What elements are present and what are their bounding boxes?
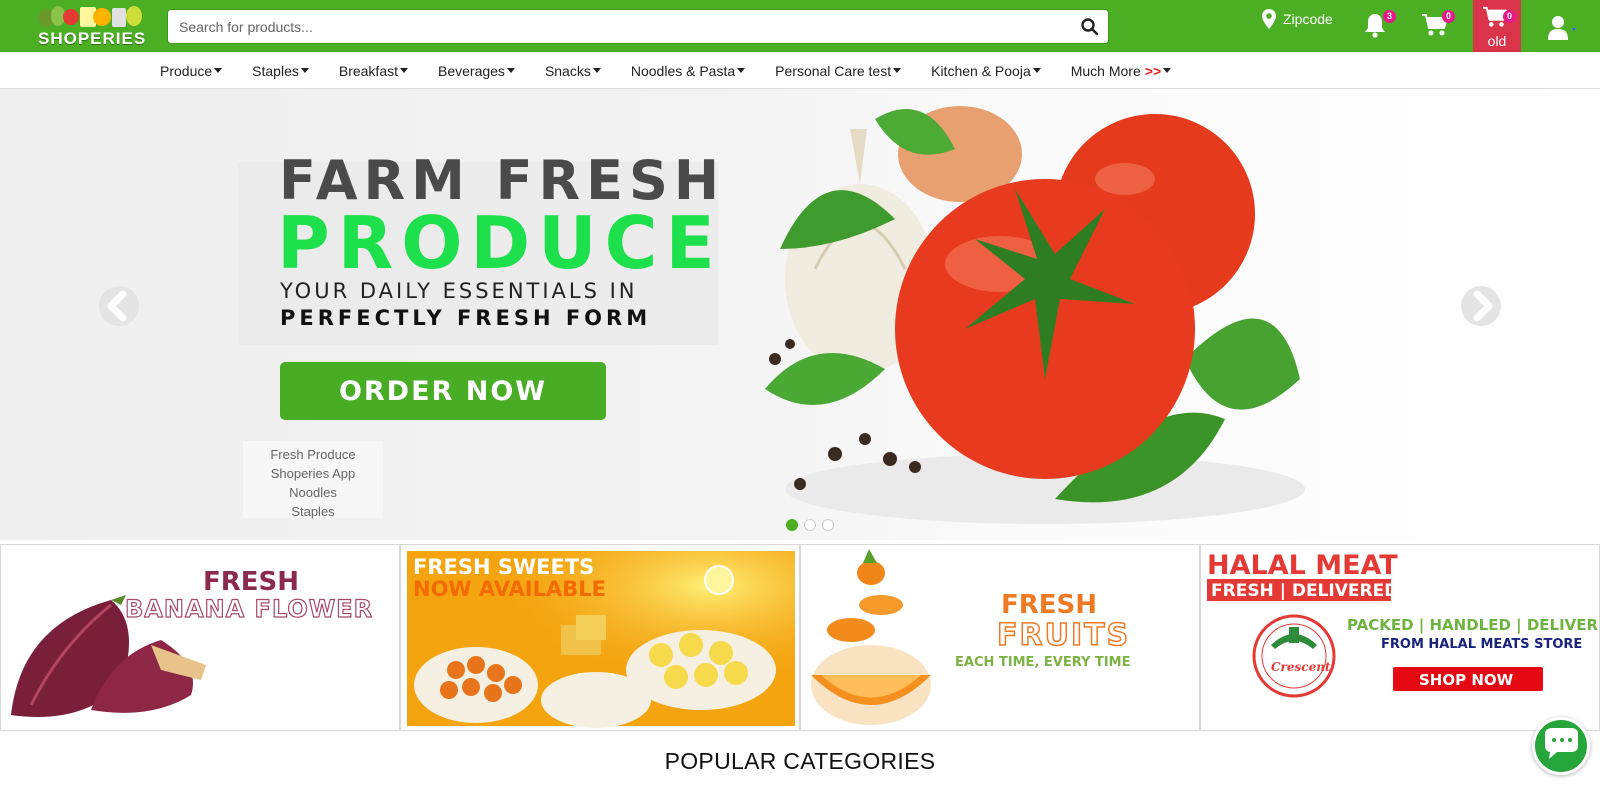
fruits-banner-tagline: EACH TIME, EVERY TIME — [955, 655, 1131, 670]
halal-banner-store: FROM HALAL MEATS STORE — [1381, 637, 1583, 652]
hero-carousel: FARM FRESH PRODUCE YOUR DAILY ESSENTIALS… — [0, 89, 1600, 540]
notification-count-badge: 3 — [1383, 10, 1396, 23]
map-pin-icon — [1262, 9, 1276, 29]
hero-headline-main: PRODUCE — [277, 201, 723, 285]
nav-item-produce[interactable]: Produce — [160, 63, 223, 79]
hero-link-noodles[interactable]: Noodles — [243, 483, 383, 502]
banana-banner-subtitle: BANANA FLOWER — [124, 594, 374, 623]
cart-button[interactable]: 0 — [1421, 10, 1455, 40]
nav-item-kitchen-pooja[interactable]: Kitchen & Pooja — [931, 63, 1041, 79]
banana-flower-image — [11, 595, 206, 717]
halal-banner-title: HALAL MEAT — [1207, 550, 1398, 581]
category-nav: Produce Staples Breakfast Beverages Snac… — [0, 52, 1600, 89]
nav-item-snacks[interactable]: Snacks — [545, 63, 601, 79]
hero-link-staples[interactable]: Staples — [243, 502, 383, 521]
order-now-button[interactable]: ORDER NOW — [280, 362, 606, 420]
sweets-banner-subtitle: NOW AVAILABLE — [413, 577, 606, 601]
crescent-logo-text: Crescent — [1271, 660, 1331, 674]
caret-down-icon — [1163, 68, 1172, 73]
fruits-banner-title: FRESH — [1001, 590, 1098, 620]
carousel-dot-1[interactable] — [786, 519, 798, 531]
caret-down-icon — [300, 68, 309, 73]
caret-down-icon — [1032, 68, 1041, 73]
nav-item-beverages[interactable]: Beverages — [438, 63, 515, 79]
logo-vegetables-icon — [38, 6, 142, 27]
banana-flower-banner[interactable]: FRESH BANANA FLOWER — [0, 544, 400, 731]
hero-subtitle-bold: PERFECTLY FRESH FORM — [280, 306, 652, 330]
sweets-banner-title: FRESH SWEETS — [413, 555, 595, 579]
hero-link-shoperies-app[interactable]: Shoperies App — [243, 464, 383, 483]
old-cart-button[interactable]: 0 old — [1473, 0, 1521, 58]
old-cart-label: old — [1487, 33, 1507, 49]
carousel-prev-icon[interactable] — [98, 285, 140, 327]
shoperies-logo[interactable]: SHOPERIES — [34, 2, 146, 48]
caret-down-icon — [400, 68, 408, 73]
logo-text: SHOPERIES — [38, 29, 147, 48]
banana-banner-title: FRESH — [203, 567, 300, 597]
nav-item-staples[interactable]: Staples — [252, 63, 309, 79]
zipcode-label: Zipcode — [1283, 11, 1333, 27]
halal-meat-banner[interactable]: HALAL MEAT FRESH | DELIVERED Crescent PA… — [1200, 544, 1600, 731]
top-header: SHOPERIES Zipcode 3 0 — [0, 0, 1600, 58]
zipcode-selector[interactable]: Zipcode — [1262, 4, 1333, 34]
halal-banner-tagline: PACKED | HANDLED | DELIVERED — [1347, 616, 1600, 634]
caret-down-icon — [506, 68, 515, 73]
nav-item-noodles-pasta[interactable]: Noodles & Pasta — [631, 63, 746, 79]
carousel-indicators — [786, 519, 840, 531]
user-account-menu[interactable] — [1548, 14, 1578, 42]
nav-item-personal-care[interactable]: Personal Care test — [775, 63, 902, 79]
caret-down-icon — [737, 68, 746, 73]
fresh-fruits-banner[interactable]: FRESH FRUITS EACH TIME, EVERY TIME — [800, 544, 1200, 731]
fruits-banner-subtitle: FRUITS — [996, 617, 1131, 654]
user-icon — [1548, 16, 1576, 40]
cart-count-badge: 0 — [1442, 10, 1455, 23]
caret-down-icon — [893, 68, 902, 73]
chat-support-button[interactable] — [1532, 717, 1590, 775]
chat-bubble-icon — [1545, 728, 1578, 759]
fresh-sweets-banner[interactable]: FRESH SWEETS NOW AVAILABLE — [400, 544, 800, 731]
nav-item-much-more[interactable]: Much More >> — [1071, 63, 1172, 79]
notifications-button[interactable]: 3 — [1362, 10, 1396, 40]
carousel-next-icon[interactable] — [1460, 285, 1502, 327]
nav-item-breakfast[interactable]: Breakfast — [339, 63, 408, 79]
carousel-dot-2[interactable] — [804, 519, 816, 531]
halal-banner-subtitle: FRESH | DELIVERED — [1211, 581, 1399, 601]
hero-link-fresh-produce[interactable]: Fresh Produce — [243, 445, 383, 464]
halal-shop-now-button[interactable]: SHOP NOW — [1419, 671, 1513, 689]
caret-down-icon — [214, 68, 223, 73]
hero-quick-links: Fresh Produce Shoperies App Noodles Stap… — [243, 441, 383, 521]
old-cart-count-badge: 0 — [1503, 10, 1516, 23]
search-icon[interactable] — [1080, 17, 1100, 37]
promo-banners: FRESH BANANA FLOWER FRESH SWEETS NOW AVA… — [0, 544, 1600, 731]
tomato-garlic-basil-image — [765, 106, 1305, 524]
search-input[interactable] — [168, 10, 1048, 43]
search-bar — [167, 9, 1109, 44]
hero-subtitle: YOUR DAILY ESSENTIALS IN — [280, 279, 638, 303]
popular-categories-heading: POPULAR CATEGORIES — [664, 748, 936, 774]
carousel-dot-3[interactable] — [822, 519, 834, 531]
caret-down-icon — [592, 68, 601, 73]
